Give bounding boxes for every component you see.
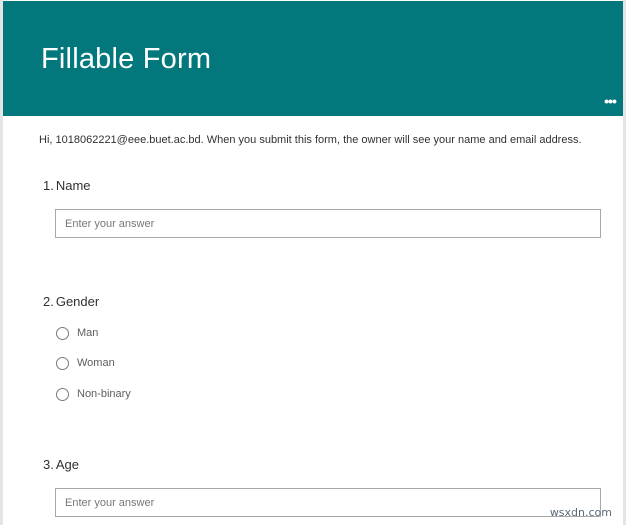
- form-body: Hi, 1018062221@eee.buet.ac.bd. When you …: [3, 116, 623, 525]
- question-1-number: 1.: [43, 178, 54, 193]
- gender-option-man[interactable]: Man: [56, 325, 98, 341]
- question-2-number: 2.: [43, 294, 54, 309]
- form-header: Fillable Form •••: [3, 1, 623, 116]
- form-page: Fillable Form ••• Hi, 1018062221@eee.bue…: [0, 0, 626, 525]
- gender-option-woman[interactable]: Woman: [56, 355, 115, 371]
- gender-option-non-binary-label: Non-binary: [77, 388, 131, 400]
- name-input[interactable]: [55, 209, 601, 238]
- gender-option-non-binary[interactable]: Non-binary: [56, 386, 131, 402]
- radio-circle-icon[interactable]: [56, 387, 69, 401]
- more-options-icon[interactable]: •••: [601, 94, 619, 111]
- gender-option-man-label: Man: [77, 327, 99, 339]
- gender-option-woman-label: Woman: [77, 357, 115, 369]
- watermark: wsxdn.com: [549, 506, 612, 519]
- question-1-label: Name: [55, 178, 91, 193]
- submission-notice: Hi, 1018062221@eee.buet.ac.bd. When you …: [39, 134, 582, 146]
- question-2-title: 2. Gender: [43, 294, 99, 309]
- radio-circle-icon[interactable]: [56, 326, 69, 340]
- question-2-label: Gender: [55, 294, 100, 309]
- question-1-title: 1. Name: [43, 178, 91, 193]
- question-3-number: 3.: [43, 457, 54, 472]
- age-input[interactable]: [55, 488, 601, 517]
- question-3-title: 3. Age: [43, 457, 79, 472]
- radio-circle-icon[interactable]: [56, 356, 69, 370]
- question-3-label: Age: [55, 457, 79, 472]
- form-title: Fillable Form: [41, 43, 212, 75]
